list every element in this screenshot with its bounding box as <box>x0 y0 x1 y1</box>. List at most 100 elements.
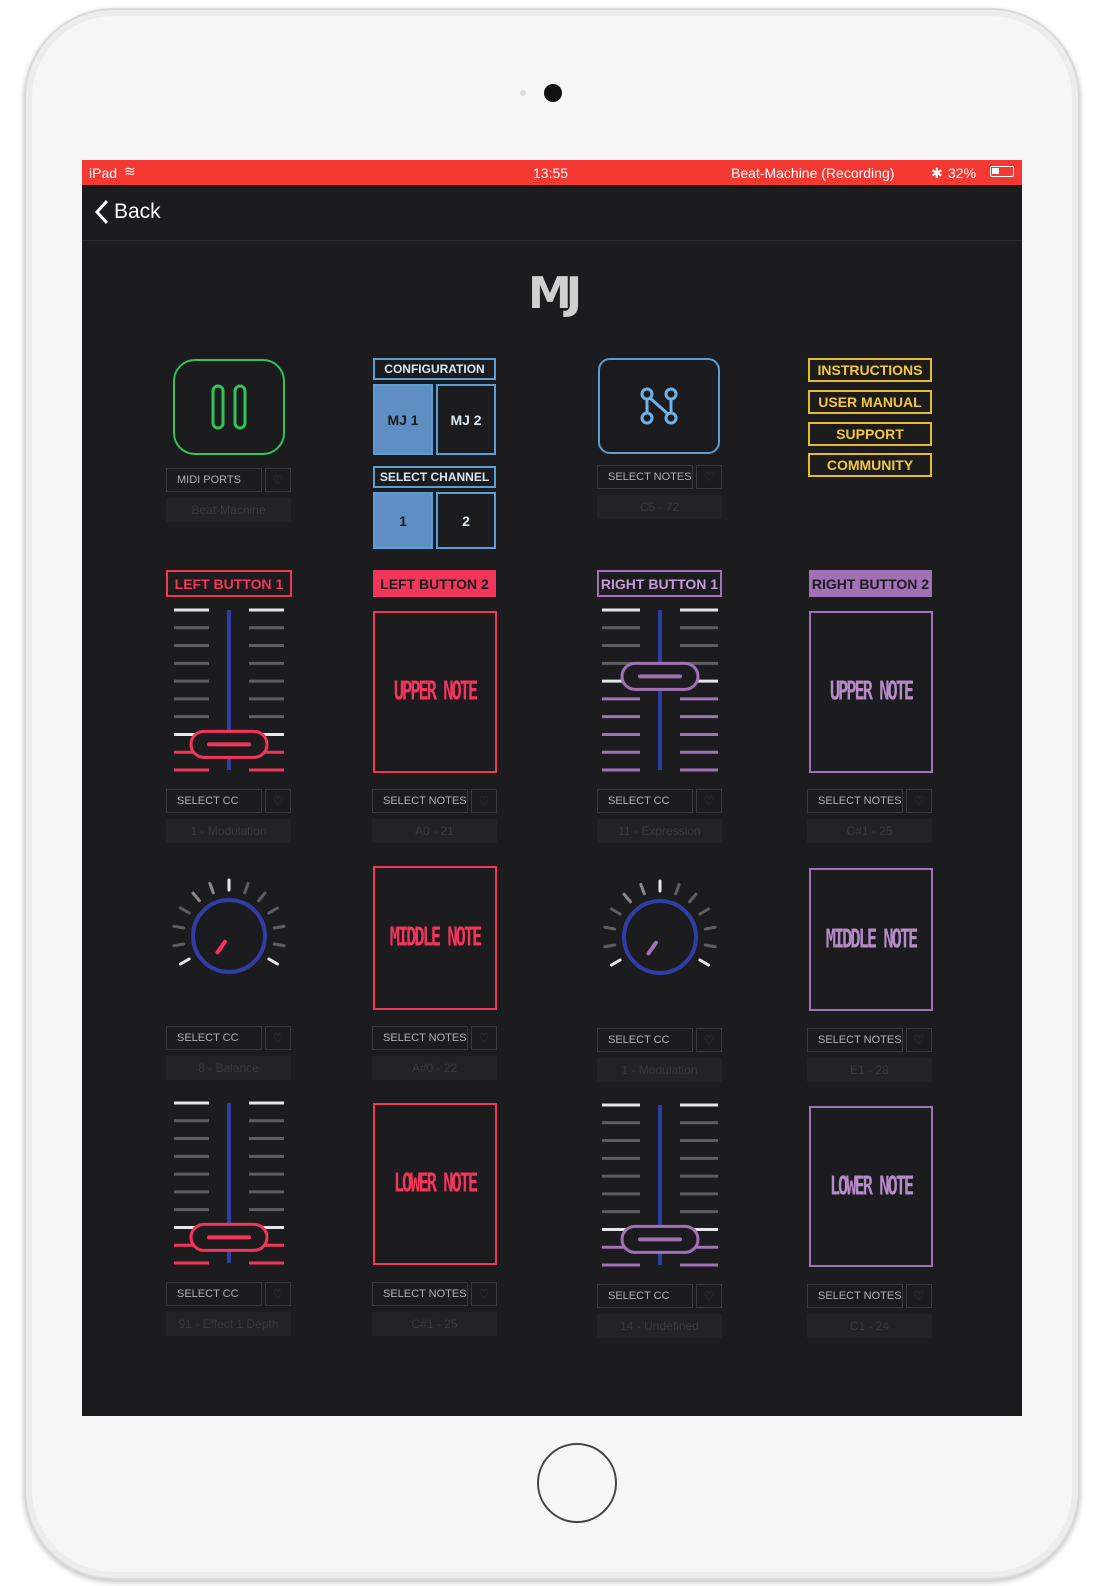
knob-tick <box>688 892 698 904</box>
knob-indicator <box>215 939 227 955</box>
notes-select-r3c4[interactable]: SELECT NOTES <box>807 1284 903 1308</box>
knob-ring <box>622 899 698 975</box>
knob-tick <box>267 957 279 966</box>
right-button-2-label: RIGHT BUTTON 2 <box>809 570 932 597</box>
wifi-icon: ≋ <box>124 163 136 179</box>
upper-note-label: UPPER NOTE <box>393 677 478 707</box>
chevron-left-icon <box>94 199 109 225</box>
support-link[interactable]: SUPPORT <box>808 422 932 446</box>
configuration-tabs: MJ 1 MJ 2 <box>373 384 496 455</box>
fader-r1c1[interactable] <box>170 606 288 776</box>
heart-icon[interactable]: ♡ <box>265 1282 291 1306</box>
knob-tick <box>179 957 191 966</box>
heart-icon[interactable]: ♡ <box>471 789 497 813</box>
midi-ports-select-row: MIDI PORTS ♡ <box>166 468 291 492</box>
app-screen: iPad ≋ 13:55 Beat-Machine (Recording) ✱ … <box>82 160 1022 1416</box>
middle-note-label: MIDDLE NOTE <box>389 923 483 953</box>
tab-mj2[interactable]: MJ 2 <box>436 384 496 455</box>
front-camera <box>544 84 562 102</box>
fader-r3c1[interactable] <box>170 1099 288 1269</box>
logo: MJ <box>528 268 582 319</box>
middle-note-label: MIDDLE NOTE <box>825 924 919 955</box>
notes-select-top[interactable]: SELECT NOTES <box>597 465 693 489</box>
upper-note-label: UPPER NOTE <box>829 677 914 707</box>
knob-tick <box>639 882 646 896</box>
middle-note-pad-left[interactable]: MIDDLE NOTE <box>373 866 497 1010</box>
knob-r2c3[interactable] <box>598 877 722 997</box>
cc-value-r1c3: 11 - Expression <box>597 819 722 843</box>
upper-note-pad-left[interactable]: UPPER NOTE <box>373 611 497 773</box>
heart-icon[interactable]: ♡ <box>265 1026 291 1050</box>
instructions-link[interactable]: INSTRUCTIONS <box>808 358 932 382</box>
note-routing-button[interactable] <box>598 358 720 454</box>
cc-select-r2c3[interactable]: SELECT CC <box>597 1028 693 1052</box>
channel-tabs: 1 2 <box>373 492 496 549</box>
heart-icon[interactable]: ♡ <box>471 1026 497 1050</box>
fader-r3c3[interactable] <box>598 1101 722 1271</box>
midi-ports-button[interactable] <box>173 359 285 455</box>
notes-value-r1c2: A0 - 21 <box>372 819 497 843</box>
notes-select-row-r1c4: SELECT NOTES ♡ <box>807 789 932 813</box>
heart-icon[interactable]: ♡ <box>906 1028 932 1052</box>
lower-note-pad-right[interactable]: LOWER NOTE <box>809 1106 933 1267</box>
configuration-header: CONFIGURATION <box>373 358 496 380</box>
cc-select-r2c1[interactable]: SELECT CC <box>166 1026 262 1050</box>
pause-icon <box>211 384 247 430</box>
knob-tick <box>257 891 267 903</box>
tab-mj1[interactable]: MJ 1 <box>373 384 433 455</box>
cc-select-r1c3[interactable]: SELECT CC <box>597 789 693 813</box>
notes-select-r1c4[interactable]: SELECT NOTES <box>807 789 903 813</box>
notes-select-row-r3c4: SELECT NOTES ♡ <box>807 1284 932 1308</box>
knob-tick <box>172 924 186 930</box>
cc-select-r3c1[interactable]: SELECT CC <box>166 1282 262 1306</box>
knob-tick <box>703 943 717 949</box>
heart-icon[interactable]: ♡ <box>696 1028 722 1052</box>
battery-percent: 32% <box>948 165 977 181</box>
heart-icon[interactable]: ♡ <box>906 789 932 813</box>
middle-note-pad-right[interactable]: MIDDLE NOTE <box>809 868 933 1011</box>
cc-select-r3c3[interactable]: SELECT CC <box>597 1284 693 1308</box>
cc-select-r1c1[interactable]: SELECT CC <box>166 789 262 813</box>
lower-note-pad-left[interactable]: LOWER NOTE <box>373 1103 497 1265</box>
heart-icon[interactable]: ♡ <box>696 1284 722 1308</box>
tab-channel-2[interactable]: 2 <box>436 492 496 549</box>
heart-icon[interactable]: ♡ <box>906 1284 932 1308</box>
knob-r2c1[interactable] <box>171 878 287 994</box>
user-manual-link[interactable]: USER MANUAL <box>808 390 932 414</box>
notes-value-r3c4: C1 - 24 <box>807 1314 932 1338</box>
back-label: Back <box>114 200 161 223</box>
notes-value-r1c4: C#1 - 25 <box>807 819 932 843</box>
bluetooth-icon: ✱ <box>931 165 943 181</box>
notes-select-row-r2c2: SELECT NOTES ♡ <box>372 1026 497 1050</box>
heart-icon[interactable]: ♡ <box>265 789 291 813</box>
knob-tick <box>603 925 617 931</box>
cc-value-r2c1: 8 - Balance <box>166 1056 291 1080</box>
nav-bar: Back <box>82 185 1022 241</box>
notes-select-r1c2[interactable]: SELECT NOTES <box>372 789 468 813</box>
connection-icon <box>640 387 678 425</box>
community-link[interactable]: COMMUNITY <box>808 453 932 477</box>
knob-tick <box>191 891 201 903</box>
heart-icon[interactable]: ♡ <box>696 789 722 813</box>
notes-select-r2c2[interactable]: SELECT NOTES <box>372 1026 468 1050</box>
notes-select-r2c4[interactable]: SELECT NOTES <box>807 1028 903 1052</box>
knob-tick <box>272 942 286 948</box>
heart-icon[interactable]: ♡ <box>265 468 291 492</box>
status-bar: iPad ≋ 13:55 Beat-Machine (Recording) ✱ … <box>82 160 1022 185</box>
notes-select-r3c2[interactable]: SELECT NOTES <box>372 1282 468 1306</box>
midi-ports-select[interactable]: MIDI PORTS <box>166 468 262 492</box>
heart-icon[interactable]: ♡ <box>471 1282 497 1306</box>
fader-r1c3[interactable] <box>598 606 722 776</box>
cc-value-r3c3: 14 - Undefined <box>597 1314 722 1338</box>
heart-icon[interactable]: ♡ <box>696 465 722 489</box>
tab-channel-1[interactable]: 1 <box>373 492 433 549</box>
left-button-1-label: LEFT BUTTON 1 <box>166 570 292 597</box>
upper-note-pad-right[interactable]: UPPER NOTE <box>809 611 933 773</box>
back-button[interactable]: Back <box>94 199 161 225</box>
home-button[interactable] <box>537 1443 617 1523</box>
knob-tick <box>208 881 215 895</box>
knob-tick <box>243 881 250 895</box>
left-button-2-label: LEFT BUTTON 2 <box>373 570 496 597</box>
knob-tick <box>603 943 617 949</box>
lower-note-label: LOWER NOTE <box>393 1169 478 1199</box>
